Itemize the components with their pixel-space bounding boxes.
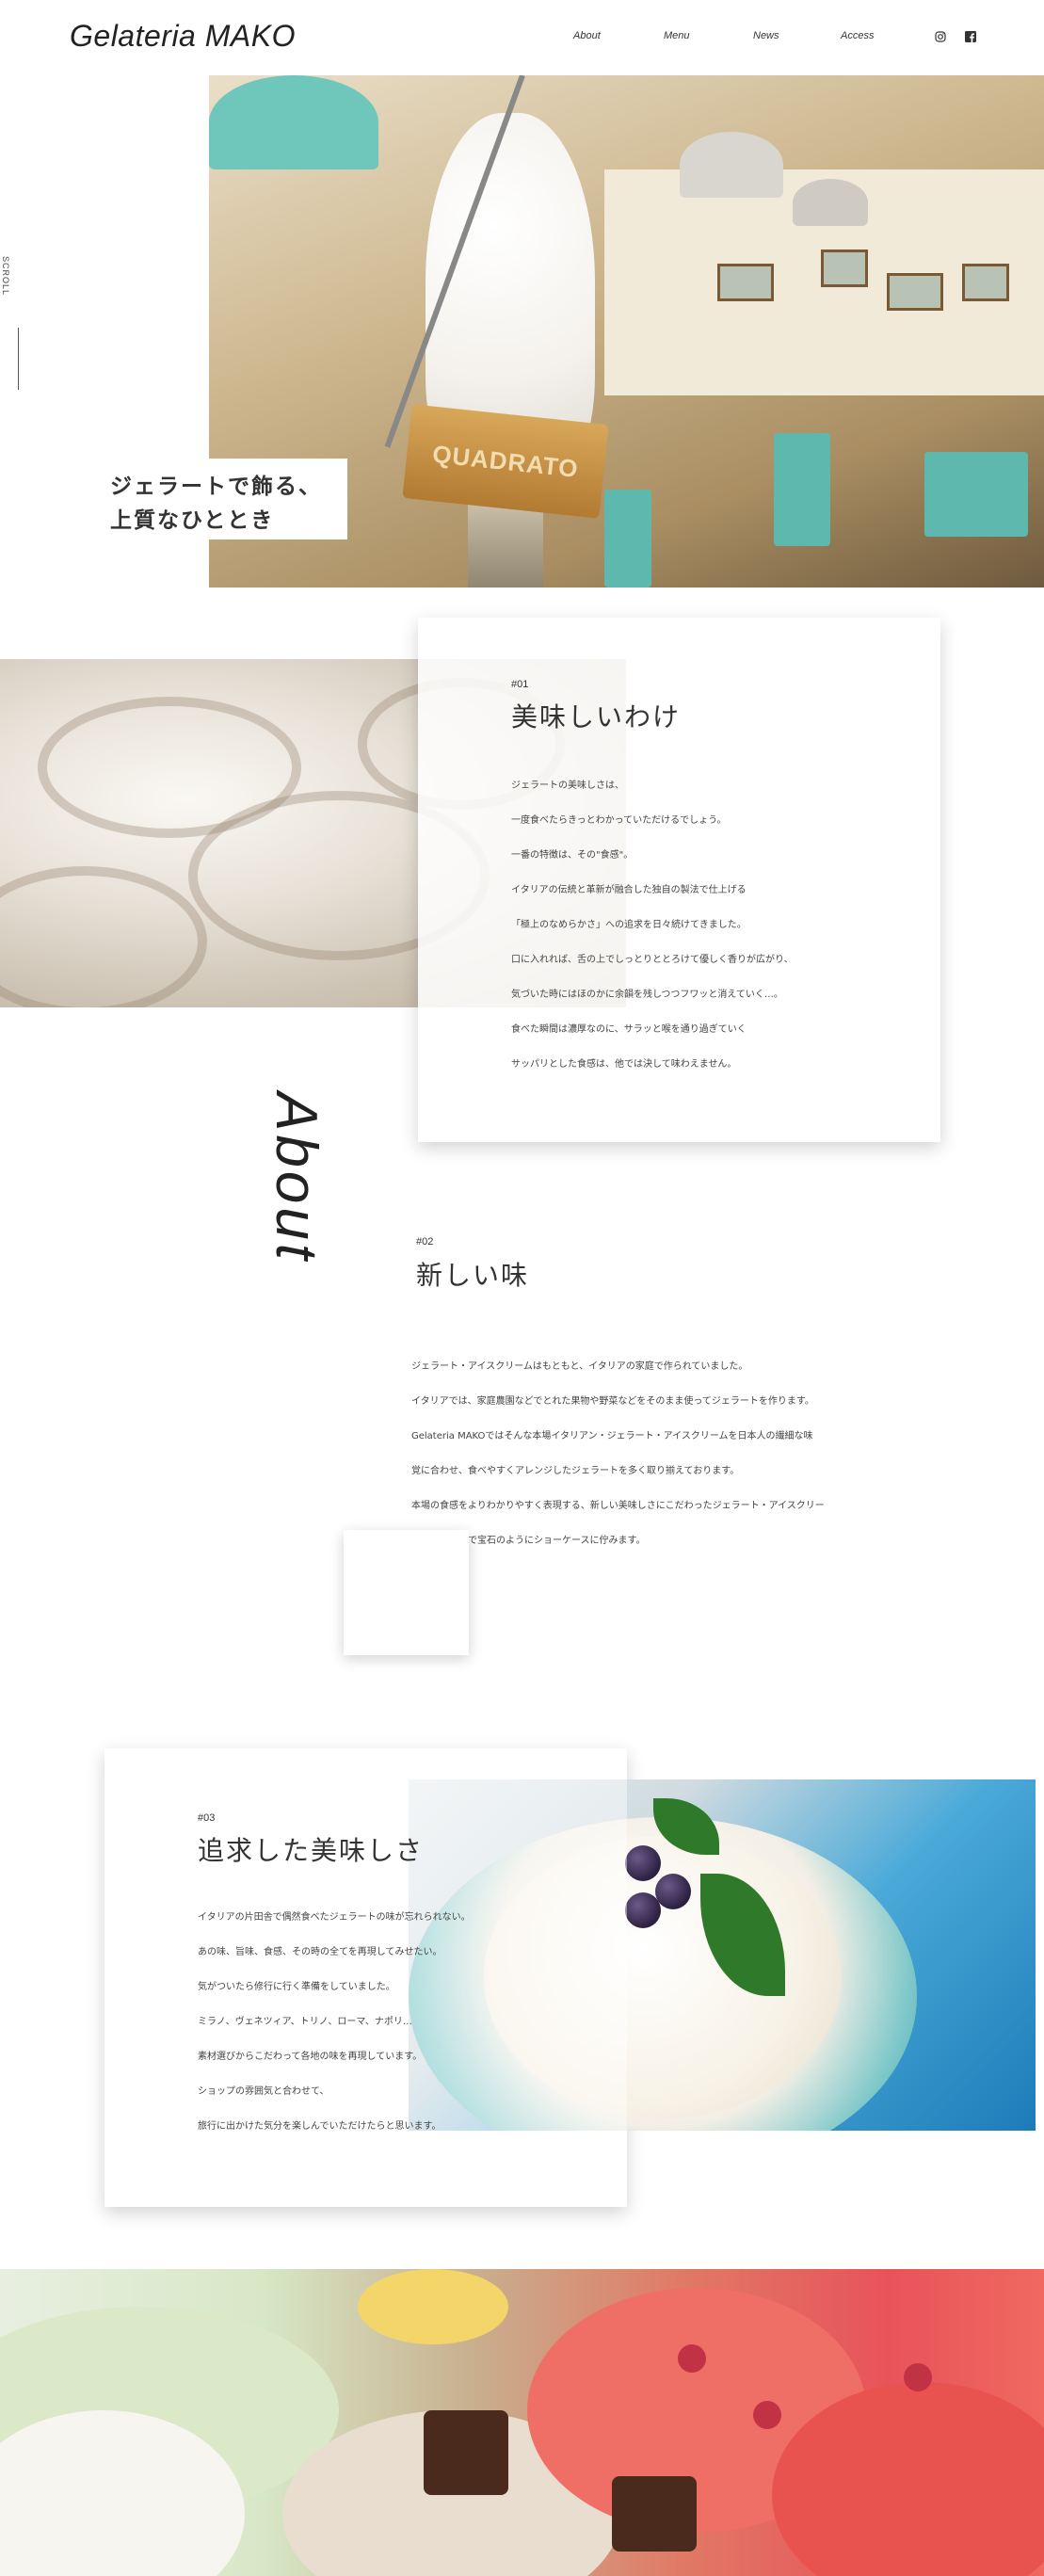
chair xyxy=(604,490,651,588)
lamp xyxy=(209,75,378,169)
wall-frame xyxy=(962,264,1009,301)
section3-body: イタリアの片田舎で偶然食べたジェラートの味が忘れられない。 あの味、旨味、食感、… xyxy=(198,1900,471,2144)
hero-caption-line1: ジェラートで飾る、 xyxy=(110,475,322,499)
scroll-label: SCROLL xyxy=(1,256,10,297)
section2-body: ジェラート・アイスクリームはもともと、イタリアの家庭で作られていました。 イタリ… xyxy=(411,1349,825,1558)
nav-access[interactable]: Access xyxy=(841,30,874,41)
gelato-showcase-photo xyxy=(0,2269,1044,2576)
body-line: イタリアの伝統と革新が融合した独自の製法で仕上げる xyxy=(511,885,747,895)
wall-frame xyxy=(821,250,868,287)
body-line: 一番の特徴は、その"食感"。 xyxy=(511,850,634,861)
instagram-icon[interactable] xyxy=(935,28,948,42)
cup-brand-text: QUADRATO xyxy=(431,439,581,483)
body-line: 素材選びからこだわって各地の味を再現しています。 xyxy=(198,2052,423,2062)
chair xyxy=(774,433,830,546)
body-line: ジェラートの美味しさは、 xyxy=(511,781,624,791)
body-line: ミラノ、ヴェネツィア、トリノ、ローマ、ナポリ… xyxy=(198,2017,412,2027)
wall-frame xyxy=(717,264,774,301)
hero-caption-line2: 上質なひととき xyxy=(110,508,275,533)
body-line: ジェラート・アイスクリームはもともと、イタリアの家庭で作られていました。 xyxy=(411,1361,748,1372)
body-line: 本場の食感をよりわかりやすく表現する、新しい美味しさにこだわったジェラート・アイ… xyxy=(411,1501,825,1511)
body-line: サッパリとした食感は、他では決して味わえません。 xyxy=(511,1059,737,1070)
main-nav: About Menu News Access xyxy=(0,30,1044,45)
body-line: 口に入れれば、舌の上でしっとりととろけて優しく香りが広がり、 xyxy=(511,955,794,965)
lamp xyxy=(793,179,868,226)
body-line: 食べた瞬間は濃厚なのに、サラッと喉を通り過ぎていく xyxy=(511,1024,747,1035)
decorative-square xyxy=(344,1530,469,1655)
nav-about[interactable]: About xyxy=(573,30,601,41)
body-line: ショップの雰囲気と合わせて、 xyxy=(198,2086,329,2097)
body-line: 「極上のなめらかさ」への追求を日々続けてきました。 xyxy=(511,920,747,930)
body-line: イタリアでは、家庭農園などでとれた果物や野菜などをそのまま使ってジェラートを作り… xyxy=(411,1396,814,1407)
about-vertical-label: About xyxy=(264,1092,329,1264)
body-line: 一度食べたらきっとわかっていただけるでしょう。 xyxy=(511,815,727,826)
body-line: イタリアの片田舎で偶然食べたジェラートの味が忘れられない。 xyxy=(198,1912,471,1923)
hero-caption: ジェラートで飾る、 上質なひととき xyxy=(95,459,347,539)
section2-title: 新しい味 xyxy=(416,1260,530,1291)
section1-number: #01 xyxy=(511,679,529,690)
section2-number: #02 xyxy=(416,1236,434,1248)
body-line: 気がついたら修行に行く準備をしていました。 xyxy=(198,1982,395,1992)
nav-menu[interactable]: Menu xyxy=(664,30,690,41)
scroll-line xyxy=(18,328,19,390)
lamp xyxy=(680,132,783,198)
wall-frame xyxy=(887,273,943,311)
body-line: 覚に合わせ、食べやすくアレンジしたジェラートを多く取り揃えております。 xyxy=(411,1466,740,1476)
section1-title: 美味しいわけ xyxy=(511,701,682,733)
body-line: 気づいた時にはほのかに余韻を残しつつフワッと消えていく…。 xyxy=(511,990,783,1000)
section1-body: ジェラートの美味しさは、 一度食べたらきっとわかっていただけるでしょう。 一番の… xyxy=(511,768,794,1082)
body-line: Gelateria MAKOではそんな本場イタリアン・ジェラート・アイスクリーム… xyxy=(411,1431,813,1441)
section3-title: 追求した美味しさ xyxy=(198,1835,425,1866)
section3-number: #03 xyxy=(198,1812,216,1824)
chair xyxy=(924,452,1028,537)
body-line: 旅行に出かけた気分を楽しんでいただけたらと思います。 xyxy=(198,2121,442,2132)
body-line: ムたちがまるで宝石のようにショーケースに佇みます。 xyxy=(411,1536,646,1546)
facebook-icon[interactable] xyxy=(965,28,978,42)
body-line: あの味、旨味、食感、その時の全てを再現してみせたい。 xyxy=(198,1947,442,1957)
nav-news[interactable]: News xyxy=(753,30,779,41)
